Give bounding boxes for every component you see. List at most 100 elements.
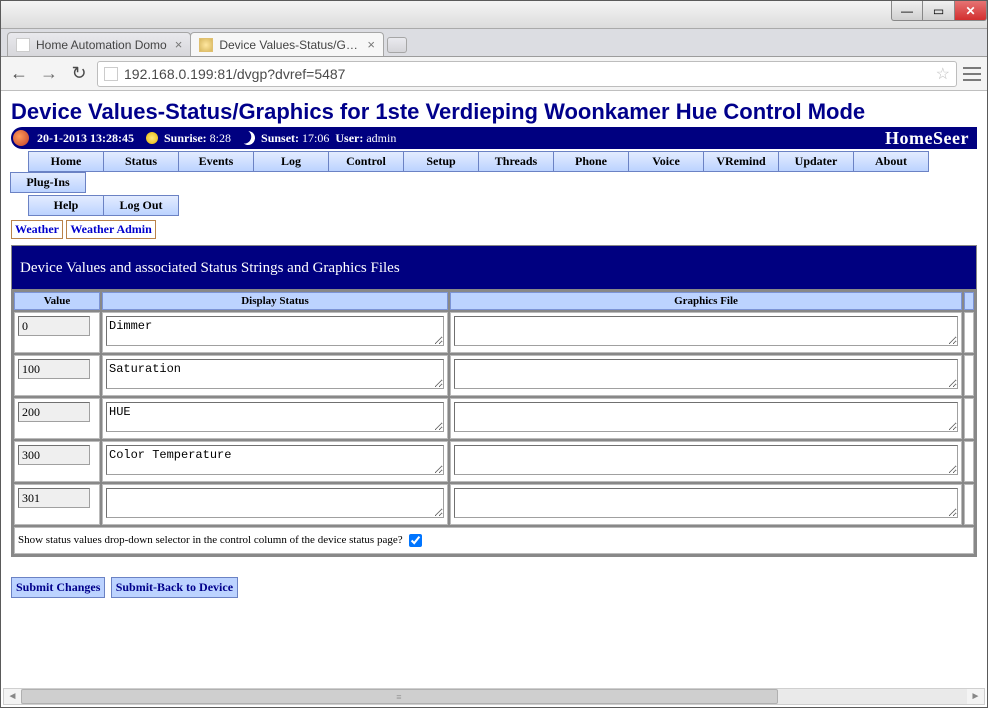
page-icon [104,67,118,81]
window-minimize-button[interactable]: — [891,1,923,21]
user-value: admin [366,131,396,146]
clock-icon [13,130,29,146]
nav-plugins[interactable]: Plug-Ins [10,172,86,193]
row-extra-cell[interactable] [964,441,974,482]
browser-tabstrip: Home Automation Domo × Device Values-Sta… [1,29,987,57]
scroll-right-arrow-icon[interactable]: ► [967,689,984,704]
nav-about[interactable]: About [853,151,929,172]
nav-row-2: Help Log Out [11,195,977,216]
graphics-file-input[interactable] [454,359,958,389]
display-status-input[interactable]: Color Temperature [106,445,444,475]
scroll-left-arrow-icon[interactable]: ◄ [4,689,21,704]
page-body: Device Values-Status/Graphics for 1ste V… [1,91,987,707]
brand-text: HomeSeer [885,128,969,149]
col-header-value: Value [14,292,100,310]
graphics-file-input[interactable] [454,316,958,346]
nav-spacer [11,151,29,172]
nav-spacer [11,195,29,216]
nav-threads[interactable]: Threads [478,151,554,172]
sunset-value: 17:06 [302,131,329,146]
table-row: Color Temperature [14,441,974,482]
row-extra-cell[interactable] [964,355,974,396]
subnav-weather-admin[interactable]: Weather Admin [66,220,155,239]
graphics-file-input[interactable] [454,488,958,518]
scroll-thumb[interactable]: ≡ [21,689,778,704]
nav-phone[interactable]: Phone [553,151,629,172]
scroll-grip-icon: ≡ [396,692,402,702]
nav-setup[interactable]: Setup [403,151,479,172]
show-dropdown-checkbox[interactable] [409,534,422,547]
back-button[interactable]: ← [7,62,31,86]
nav-updater[interactable]: Updater [778,151,854,172]
nav-events[interactable]: Events [178,151,254,172]
value-input[interactable] [18,445,90,465]
submit-back-device-button[interactable]: Submit-Back to Device [111,577,238,598]
section-header: Device Values and associated Status Stri… [11,245,977,289]
graphics-file-input[interactable] [454,402,958,432]
new-tab-button[interactable] [387,37,407,53]
value-input[interactable] [18,402,90,422]
table-row: HUE [14,398,974,439]
browser-menu-button[interactable] [963,65,981,83]
value-input[interactable] [18,316,90,336]
tab-title: Device Values-Status/Grap [219,38,359,52]
scroll-track[interactable]: ≡ [21,689,967,704]
col-header-graphics: Graphics File [450,292,962,310]
row-extra-cell[interactable] [964,484,974,525]
address-bar[interactable]: 192.168.0.199:81/dvgp?dvref=5487 ☆ [97,61,957,87]
nav-status[interactable]: Status [103,151,179,172]
table-row: Saturation [14,355,974,396]
browser-tab-2[interactable]: Device Values-Status/Grap × [190,32,384,56]
window-controls: — ▭ ✕ [891,1,987,21]
nav-home[interactable]: Home [28,151,104,172]
sub-nav: Weather Weather Admin [11,220,977,239]
nav-vremind[interactable]: VRemind [703,151,779,172]
nav-voice[interactable]: Voice [628,151,704,172]
sunrise-label: Sunrise: [164,131,207,146]
user-label: User: [335,131,363,146]
table-row [14,484,974,525]
display-status-input[interactable]: Dimmer [106,316,444,346]
browser-toolbar: ← → ↻ 192.168.0.199:81/dvgp?dvref=5487 ☆ [1,57,987,91]
page-actions: Submit Changes Submit-Back to Device [11,577,977,598]
url-text: 192.168.0.199:81/dvgp?dvref=5487 [124,66,930,82]
main-nav: Home Status Events Log Control Setup Thr… [11,151,977,239]
nav-logout[interactable]: Log Out [103,195,179,216]
row-extra-cell[interactable] [964,398,974,439]
row-extra-cell[interactable] [964,312,974,353]
moon-icon [239,129,257,147]
tab-title: Home Automation Domo [36,38,167,52]
reload-button[interactable]: ↻ [67,62,91,86]
bookmark-star-icon[interactable]: ☆ [936,64,950,84]
nav-control[interactable]: Control [328,151,404,172]
sun-icon [146,132,158,144]
graphics-file-input[interactable] [454,445,958,475]
nav-help[interactable]: Help [28,195,104,216]
browser-tab-1[interactable]: Home Automation Domo × [7,32,191,56]
col-header-status: Display Status [102,292,448,310]
forward-button[interactable]: → [37,62,61,86]
table-footer-row: Show status values drop-down selector in… [14,527,974,554]
close-tab-icon[interactable]: × [175,37,183,52]
window-close-button[interactable]: ✕ [955,1,987,21]
datetime-text: 20-1-2013 13:28:45 [37,131,134,146]
display-status-input[interactable] [106,488,444,518]
table-header-row: Value Display Status Graphics File [14,292,974,310]
sunset-label: Sunset: [261,131,299,146]
page-icon [16,38,30,52]
brand-logo: HomeSeer [885,128,969,149]
subnav-weather[interactable]: Weather [11,220,63,239]
close-tab-icon[interactable]: × [367,37,375,52]
horizontal-scrollbar[interactable]: ◄ ≡ ► [3,688,985,705]
submit-changes-button[interactable]: Submit Changes [11,577,105,598]
display-status-input[interactable]: HUE [106,402,444,432]
display-status-input[interactable]: Saturation [106,359,444,389]
col-header-extra [964,292,974,310]
window-maximize-button[interactable]: ▭ [923,1,955,21]
value-input[interactable] [18,488,90,508]
nav-log[interactable]: Log [253,151,329,172]
nav-row-1: Home Status Events Log Control Setup Thr… [11,151,977,193]
value-input[interactable] [18,359,90,379]
os-titlebar: — ▭ ✕ [1,1,987,29]
values-table: Value Display Status Graphics File Dimme… [11,289,977,557]
